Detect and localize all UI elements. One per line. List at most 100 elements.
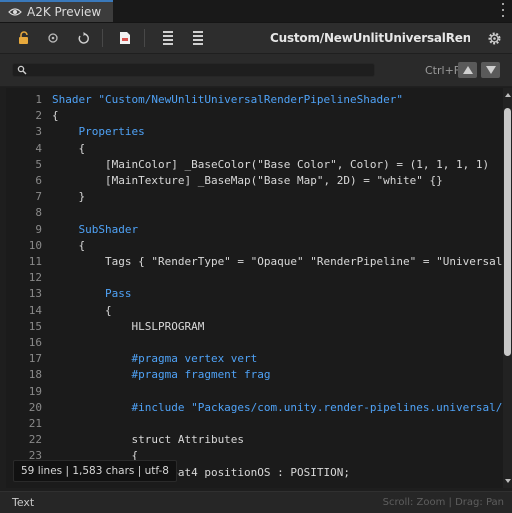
code-text: [MainColor] _BaseColor("Base Color", Col… (52, 157, 490, 171)
code-text: [MainTexture] _BaseMap("Base Map", 2D) =… (52, 174, 443, 187)
code-line: 18 #pragma fragment frag (6, 367, 502, 383)
code-line: 5 [MainColor] _BaseColor("Base Color", C… (6, 157, 502, 173)
line-number: 2 (35, 109, 42, 123)
line-number: 16 (28, 336, 42, 349)
toolbar-divider (144, 29, 145, 47)
line-number: 7 (35, 190, 42, 204)
settings-icon (488, 32, 500, 44)
previous-match-button[interactable] (458, 62, 477, 78)
code-line: 13 Pass (6, 286, 502, 302)
code-text: } (52, 190, 86, 204)
line-number: 4 (35, 141, 42, 155)
line-number: 13 (28, 287, 42, 301)
line-number: 19 (28, 384, 42, 398)
code-text: struct Attributes (52, 433, 245, 447)
arrow-up-icon (462, 66, 473, 74)
code-line: 9 SubShader (6, 222, 502, 238)
align-justify-icon (193, 31, 203, 45)
line-number: 20 (28, 400, 42, 414)
document-stats: 59 lines | 1,583 chars | utf-8 (13, 460, 177, 482)
code-text: SubShader (52, 222, 139, 236)
settings-button[interactable] (484, 28, 504, 48)
code-text: #include "Packages/com.unity.render-pipe… (52, 400, 503, 414)
lock-button[interactable] (14, 28, 34, 48)
align-left-button[interactable] (158, 28, 178, 48)
line-number: 21 (28, 417, 42, 430)
line-number: 15 (28, 319, 42, 333)
line-number: 9 (35, 222, 42, 236)
code-line: 1 Shader "Custom/NewUnlitUniversalRenderP… (6, 92, 502, 108)
code-line: 8 (6, 205, 502, 221)
code-line: 12 (6, 270, 502, 286)
arrow-down-icon (485, 66, 496, 74)
code-text: Properties (52, 125, 145, 139)
toolbar: Custom/NewUnlitUniversalRender... (0, 23, 512, 54)
footer: Text Scroll: Zoom | Drag: Pan (0, 491, 512, 513)
tab-bar: A2K Preview (0, 0, 512, 23)
search-shortcut-hint: Ctrl+F (425, 64, 461, 77)
code-line: 14 { (6, 303, 502, 319)
code-line: 10 { (6, 238, 502, 254)
line-number: 17 (28, 352, 42, 366)
navigation-hint: Scroll: Zoom | Drag: Pan (382, 497, 504, 508)
eye-icon (8, 8, 22, 16)
line-number: 12 (28, 271, 42, 285)
line-number: 1 (35, 93, 42, 106)
code-line: 19 (6, 384, 502, 400)
file-title: Custom/NewUnlitUniversalRender... (270, 31, 470, 45)
lock-icon (19, 31, 28, 44)
toolbar-divider (102, 29, 103, 47)
refresh-button[interactable] (73, 28, 93, 48)
search-icon (17, 65, 27, 75)
code-line: 20 #include "Packages/com.unity.render-p… (6, 400, 503, 416)
code-line: 16 (6, 335, 502, 351)
export-file-button[interactable] (115, 28, 135, 48)
line-number: 5 (35, 157, 42, 171)
code-text: { (52, 238, 86, 252)
line-number: 14 (28, 303, 42, 317)
line-number: 18 (28, 368, 42, 382)
code-text: { (52, 303, 112, 317)
code-text: #pragma fragment frag (52, 368, 271, 382)
align-justify-button[interactable] (188, 28, 208, 48)
record-button[interactable] (43, 28, 63, 48)
code-line: 2{ (6, 108, 502, 124)
code-line: 6 [MainTexture] _BaseMap("Base Map", 2D)… (6, 173, 502, 189)
code-line: 15 HLSLPROGRAM (6, 319, 502, 335)
code-line: 3 Properties (6, 124, 502, 140)
line-number: 6 (35, 174, 42, 187)
code-text: Shader "Custom/NewUnlitUniversalRenderPi… (52, 93, 403, 106)
scroll-down-icon[interactable] (503, 476, 512, 486)
code-text: Pass (52, 287, 132, 301)
code-line: 4 { (6, 141, 502, 157)
code-text: #pragma vertex vert (52, 352, 258, 366)
tab-title: A2K Preview (27, 5, 102, 19)
code-line: 11 Tags { "RenderType" = "Opaque" "Rende… (6, 254, 503, 270)
line-number: 22 (28, 433, 42, 447)
align-left-icon (163, 31, 173, 45)
line-number: 11 (28, 255, 42, 268)
code-editor[interactable]: 1 Shader "Custom/NewUnlitUniversalRenderP… (6, 88, 512, 488)
code-line: 17 #pragma vertex vert (6, 351, 502, 367)
code-text: Tags { "RenderType" = "Opaque" "RenderPi… (52, 255, 503, 268)
content-type-label: Text (12, 496, 35, 509)
line-number: 8 (35, 206, 42, 220)
search-input[interactable] (12, 63, 375, 77)
code-text: { (52, 109, 59, 123)
scroll-thumb[interactable] (504, 108, 511, 356)
line-number: 10 (28, 238, 42, 252)
search-bar: Ctrl+F (0, 54, 512, 87)
vertical-scrollbar[interactable] (503, 88, 512, 488)
line-number: 3 (35, 125, 42, 139)
code-line: 22 struct Attributes (6, 432, 502, 448)
file-icon (120, 32, 130, 44)
circle-icon (48, 33, 58, 43)
code-line: 7 } (6, 189, 502, 205)
code-line: 21 (6, 416, 502, 432)
refresh-icon (78, 31, 89, 44)
tab-a2k-preview[interactable]: A2K Preview (0, 0, 113, 22)
code-text: { (52, 141, 86, 155)
more-options-icon[interactable] (500, 3, 506, 17)
next-match-button[interactable] (481, 62, 500, 78)
scroll-up-icon[interactable] (503, 90, 512, 100)
